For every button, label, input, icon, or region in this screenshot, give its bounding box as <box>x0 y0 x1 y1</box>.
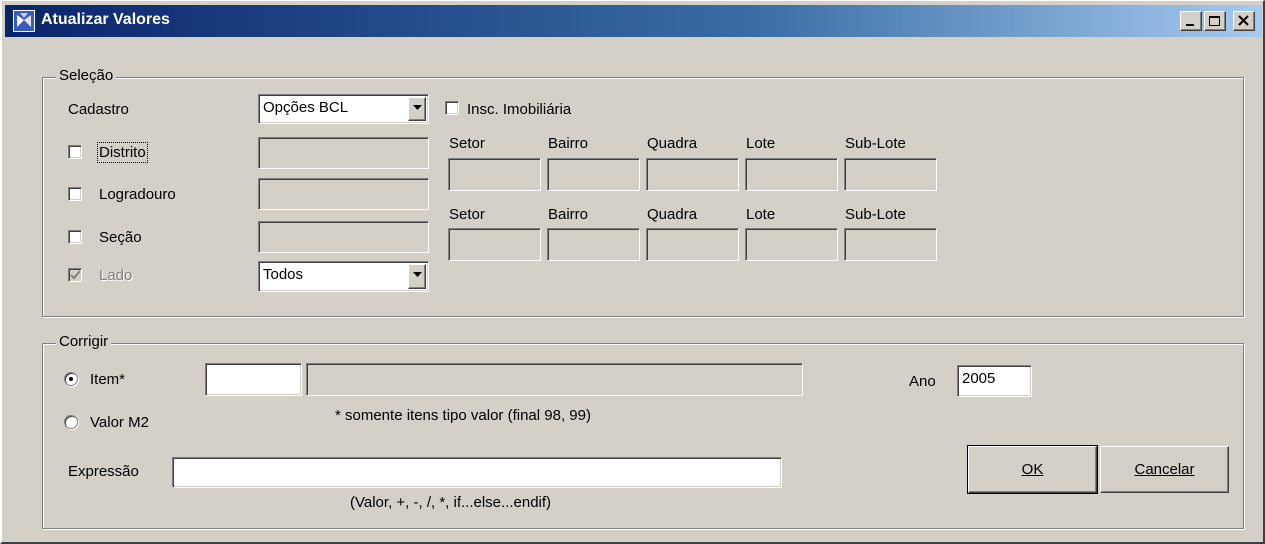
insc-imobiliaria-label: Insc. Imobiliária <box>467 101 572 118</box>
distrito-label-wrap: Distrito <box>97 142 148 163</box>
valor-m2-radio[interactable] <box>64 415 78 429</box>
app-icon[interactable] <box>13 10 35 32</box>
lado-checkbox[interactable] <box>68 268 82 282</box>
selecao-group-title: Seleção <box>56 67 117 84</box>
item-radio-label: Item* <box>90 371 126 388</box>
col-lote-label-2: Lote <box>746 206 776 223</box>
lado-combo-value: Todos <box>263 266 304 283</box>
item-description-field[interactable] <box>306 363 803 396</box>
valor-m2-label: Valor M2 <box>90 414 149 431</box>
cadastro-combo[interactable]: Opções BCL <box>258 94 429 124</box>
logradouro-label: Logradouro <box>99 186 176 203</box>
ano-label: Ano <box>909 373 936 390</box>
col-sublote-label-2: Sub-Lote <box>845 206 906 223</box>
selecao-group <box>42 77 1244 317</box>
ano-input[interactable]: 2005 <box>957 365 1032 397</box>
dialog-window: Atualizar Valores Seleção Cadastro Opçõe… <box>0 0 1265 544</box>
title-bar[interactable]: Atualizar Valores <box>5 5 1262 37</box>
distrito-label: Distrito <box>97 142 148 163</box>
col-bairro-label-2: Bairro <box>548 206 589 223</box>
expressao-label: Expressão <box>68 463 139 480</box>
minimize-icon <box>1186 24 1194 26</box>
close-button[interactable] <box>1233 11 1255 31</box>
secao-field[interactable] <box>258 221 429 253</box>
cadastro-dropdown-button[interactable] <box>408 97 426 121</box>
col-sublote-label: Sub-Lote <box>845 135 906 152</box>
col-setor-label-2: Setor <box>449 206 485 223</box>
cancel-button-label: Cancelar <box>1134 461 1195 478</box>
insc-setor-field-2[interactable] <box>448 228 541 261</box>
maximize-icon <box>1209 16 1220 26</box>
insc-lote-field-2[interactable] <box>745 228 838 261</box>
ok-button-label: OK <box>1021 461 1044 478</box>
insc-sublote-field-2[interactable] <box>844 228 937 261</box>
secao-label: Seção <box>99 229 142 246</box>
item-note: * somente itens tipo valor (final 98, 99… <box>335 407 591 424</box>
expressao-input[interactable] <box>172 457 782 488</box>
logradouro-field[interactable] <box>258 178 429 210</box>
checkmark-icon <box>70 270 81 280</box>
window-title: Atualizar Valores <box>41 11 170 28</box>
insc-quadra-field-2[interactable] <box>646 228 739 261</box>
insc-imobiliaria-checkbox[interactable] <box>445 101 459 115</box>
ok-button[interactable]: OK <box>967 445 1098 494</box>
insc-bairro-field-2[interactable] <box>547 228 640 261</box>
minimize-button[interactable] <box>1180 11 1202 31</box>
lado-dropdown-button[interactable] <box>408 264 426 289</box>
col-quadra-label-2: Quadra <box>647 206 698 223</box>
col-lote-label: Lote <box>746 135 776 152</box>
maximize-button[interactable] <box>1204 11 1226 31</box>
insc-quadra-field-1[interactable] <box>646 158 739 191</box>
col-setor-label: Setor <box>449 135 485 152</box>
col-quadra-label: Quadra <box>647 135 698 152</box>
lado-label: Lado <box>99 267 133 284</box>
cancel-button[interactable]: Cancelar <box>1100 446 1229 493</box>
secao-checkbox[interactable] <box>68 230 82 244</box>
cadastro-combo-value: Opções BCL <box>263 99 349 116</box>
chevron-down-icon <box>413 105 422 110</box>
chevron-down-icon <box>413 272 422 277</box>
close-icon <box>1238 15 1249 26</box>
radio-selected-dot <box>69 377 73 381</box>
distrito-field[interactable] <box>258 137 429 169</box>
corrigir-group-title: Corrigir <box>56 333 112 350</box>
logradouro-checkbox[interactable] <box>68 187 82 201</box>
item-radio[interactable] <box>64 372 78 386</box>
lado-combo[interactable]: Todos <box>258 261 429 292</box>
ano-value: 2005 <box>962 370 996 387</box>
insc-bairro-field-1[interactable] <box>547 158 640 191</box>
distrito-checkbox[interactable] <box>68 145 82 159</box>
expressao-hint: (Valor, +, -, /, *, if...else...endif) <box>350 494 552 511</box>
cadastro-label: Cadastro <box>68 101 129 118</box>
item-code-input[interactable] <box>205 363 302 396</box>
insc-setor-field-1[interactable] <box>448 158 541 191</box>
insc-sublote-field-1[interactable] <box>844 158 937 191</box>
col-bairro-label: Bairro <box>548 135 589 152</box>
insc-lote-field-1[interactable] <box>745 158 838 191</box>
